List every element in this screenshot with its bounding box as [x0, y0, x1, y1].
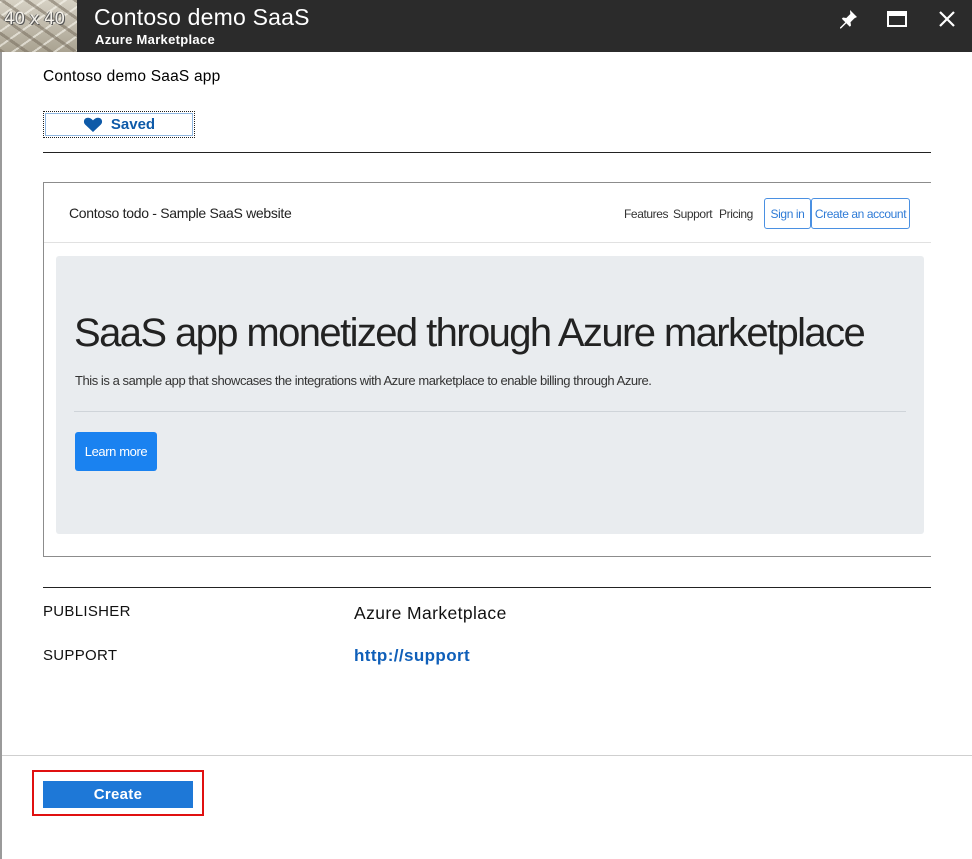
preview-lead-text: This is a sample app that showcases the …: [75, 373, 652, 388]
blade-subtitle: Azure Marketplace: [95, 32, 215, 47]
offer-thumbnail: 40 x 40: [0, 0, 77, 52]
close-icon: [939, 11, 955, 27]
maximize-button[interactable]: [877, 5, 917, 33]
preview-create-account-button: Create an account: [811, 198, 910, 229]
pin-icon: [840, 10, 857, 29]
preview-navbar: Contoso todo - Sample SaaS website Featu…: [44, 183, 931, 243]
support-label: SUPPORT: [43, 647, 118, 664]
publisher-value: Azure Marketplace: [354, 603, 507, 623]
preview-headline: SaaS app monetized through Azure marketp…: [74, 311, 866, 355]
blade-header: 40 x 40 Contoso demo SaaS Azure Marketpl…: [0, 0, 972, 52]
pin-button[interactable]: [828, 5, 868, 33]
offer-screenshot: Contoso todo - Sample SaaS website Featu…: [43, 182, 931, 557]
preview-hero: SaaS app monetized through Azure marketp…: [56, 256, 924, 534]
footer-divider: [2, 755, 972, 756]
thumbnail-placeholder-text: 40 x 40: [4, 9, 65, 29]
create-button[interactable]: Create: [43, 781, 193, 808]
preview-nav-support: Support: [673, 207, 713, 221]
heart-icon: [83, 117, 102, 132]
maximize-icon: [887, 11, 907, 27]
blade-title: Contoso demo SaaS: [94, 4, 310, 30]
preview-sign-in-button: Sign in: [764, 198, 811, 229]
offer-name: Contoso demo SaaS app: [43, 68, 221, 85]
close-button[interactable]: [927, 5, 967, 33]
preview-nav-pricing: Pricing: [719, 207, 753, 221]
saved-label: Saved: [110, 116, 156, 133]
divider-top: [43, 152, 931, 153]
divider-middle: [43, 587, 931, 588]
support-link[interactable]: http://support: [354, 646, 470, 666]
saved-button[interactable]: Saved: [43, 111, 195, 138]
preview-divider: [74, 411, 906, 412]
preview-nav-features: Features: [624, 207, 669, 221]
blade-left-border: [0, 52, 2, 859]
publisher-label: PUBLISHER: [43, 603, 131, 620]
preview-learn-more-button: Learn more: [75, 432, 157, 471]
preview-brand: Contoso todo - Sample SaaS website: [69, 205, 292, 221]
